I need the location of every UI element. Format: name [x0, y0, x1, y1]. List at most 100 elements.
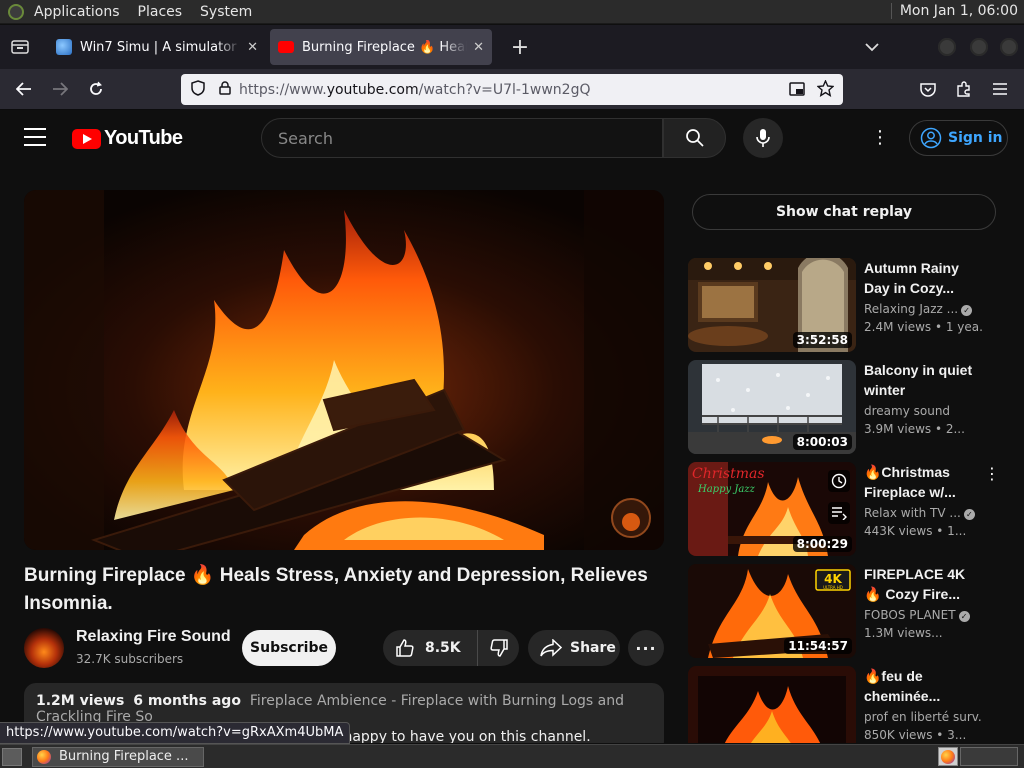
guide-menu-icon[interactable] — [24, 128, 46, 146]
like-dislike-group: 8.5K — [383, 630, 519, 666]
url-bar[interactable]: https://www.youtube.com/watch?v=U7l-1wwn… — [181, 74, 843, 105]
bottom-taskbar: Burning Fireplace ... — [0, 744, 1024, 768]
add-to-queue-icon[interactable] — [828, 502, 850, 524]
show-desktop-icon[interactable] — [2, 747, 22, 766]
recommendation-item[interactable]: 3:52:58 Autumn Rainy Day in Cozy... Rela… — [688, 258, 1008, 352]
description-tags[interactable]: Fireplace Ambience - Fireplace with Burn… — [36, 693, 624, 725]
recommendation-channel[interactable]: Relaxing Jazz ... ✓ — [864, 302, 982, 316]
recommendation-item[interactable]: 4K ULTRA HD 11:54:57 FIREPLACE 4K 🔥 Cozy… — [688, 564, 1008, 658]
svg-text:Happy Jazz: Happy Jazz — [697, 484, 756, 495]
video-duration: 8:00:03 — [792, 434, 852, 450]
tab-close-icon[interactable]: ✕ — [473, 40, 484, 55]
taskbar-firefox-window[interactable]: Burning Fireplace ... — [32, 746, 204, 767]
tab-title: Win7 Simu | A simulator of W — [80, 39, 241, 55]
view-count: 1.2M views — [36, 693, 125, 709]
link-status-bar: https://www.youtube.com/watch?v=gRxAXm4U… — [0, 722, 351, 744]
svg-text:4K: 4K — [824, 572, 842, 586]
recommendation-item[interactable]: 8:00:03 Balcony in quiet winter mountain… — [688, 360, 1008, 454]
youtube-wordmark: YouTube — [104, 127, 183, 149]
channel-avatar[interactable] — [24, 628, 64, 668]
extensions-puzzle-icon[interactable] — [950, 75, 978, 103]
show-chat-replay-button[interactable]: Show chat replay — [692, 194, 996, 230]
applications-menu[interactable]: Applications — [34, 4, 120, 20]
gnome-logo-icon[interactable] — [8, 3, 24, 20]
thumbs-up-icon — [396, 639, 414, 657]
recommendation-channel[interactable]: Relax with TV ... ✓ — [864, 506, 982, 520]
video-duration: 8:00:29 — [792, 536, 852, 552]
minimize-window-icon[interactable] — [938, 38, 956, 56]
places-menu[interactable]: Places — [138, 4, 183, 20]
svg-text:ULTRA HD: ULTRA HD — [823, 585, 843, 590]
list-all-tabs-icon[interactable] — [858, 33, 886, 61]
recommendation-title[interactable]: FIREPLACE 4K 🔥 Cozy Fire... — [864, 564, 982, 604]
recommendation-meta: 3.9M views • 2... — [864, 422, 965, 436]
tab-bar: Win7 Simu | A simulator of W ✕ Burning F… — [0, 25, 1024, 69]
sign-in-button[interactable]: Sign in — [909, 120, 1008, 156]
recommendation-item[interactable]: Christmas Happy Jazz 8:00:29 🔥Christmas … — [688, 462, 1008, 556]
youtube-favicon-icon — [278, 41, 294, 53]
taskbar-window-title: Burning Fireplace ... — [59, 749, 189, 764]
share-icon — [540, 639, 562, 657]
recommendation-meta: 1.3M views... — [864, 626, 943, 640]
sign-in-label: Sign in — [948, 130, 1003, 146]
video-duration: 11:54:57 — [784, 638, 852, 654]
dislike-button[interactable] — [478, 638, 519, 658]
microphone-icon — [756, 129, 770, 147]
recommendation-channel[interactable]: FOBOS PLANET ✓ — [864, 608, 982, 622]
tracking-shield-icon[interactable] — [191, 79, 205, 100]
reload-icon[interactable] — [82, 75, 110, 103]
video-thumbnail[interactable]: Christmas Happy Jazz 8:00:29 — [688, 462, 856, 556]
close-window-icon[interactable] — [1000, 38, 1018, 56]
recommendation-menu-icon[interactable]: ⋮ — [984, 464, 1000, 483]
recommendation-title[interactable]: 🔥feu de cheminée... — [864, 666, 982, 706]
tab-close-icon[interactable]: ✕ — [247, 40, 258, 55]
back-icon[interactable] — [10, 75, 38, 103]
app-menu-icon[interactable] — [986, 75, 1014, 103]
recommendation-channel[interactable]: prof en liberté surv... — [864, 710, 982, 724]
recommendation-channel[interactable]: dreamy sound — [864, 404, 982, 418]
video-thumbnail[interactable]: 4K ULTRA HD 11:54:57 — [688, 564, 856, 658]
pocket-icon[interactable] — [914, 75, 942, 103]
video-thumbnail[interactable]: 8:00:03 — [688, 360, 856, 454]
video-thumbnail[interactable]: 3:52:58 — [688, 258, 856, 352]
youtube-logo[interactable]: YouTube — [72, 127, 183, 150]
video-thumbnail[interactable] — [688, 666, 856, 743]
workspace-2[interactable] — [960, 747, 1018, 766]
svg-text:Christmas: Christmas — [692, 466, 765, 482]
subscribe-button[interactable]: Subscribe — [242, 630, 336, 666]
recommendation-title[interactable]: 🔥Christmas Fireplace w/... — [864, 462, 982, 502]
video-player[interactable] — [24, 190, 664, 550]
subscriber-count: 32.7K subscribers — [76, 652, 184, 666]
maximize-window-icon[interactable] — [970, 38, 988, 56]
recommendation-meta: 2.4M views • 1 yea... — [864, 320, 982, 334]
bookmark-star-icon[interactable] — [816, 79, 835, 101]
top-panel: Applications Places System Mon Jan 1, 06… — [0, 0, 1024, 24]
like-button[interactable]: 8.5K — [383, 630, 478, 666]
more-actions-button[interactable]: ··· — [628, 630, 664, 666]
lock-icon[interactable] — [219, 80, 231, 99]
tab-win7-simu[interactable]: Win7 Simu | A simulator of W ✕ — [48, 29, 266, 65]
tab-burning-fireplace[interactable]: Burning Fireplace 🔥 Heals S ✕ — [270, 29, 492, 65]
watch-later-icon[interactable] — [828, 470, 850, 492]
picture-in-picture-icon[interactable] — [789, 81, 805, 101]
verified-badge-icon: ✓ — [963, 509, 975, 520]
upload-age: 6 months ago — [133, 693, 241, 709]
recommendation-item[interactable]: 🔥feu de cheminée... prof en liberté surv… — [688, 666, 1008, 743]
panel-clock[interactable]: Mon Jan 1, 06:00 — [890, 3, 1018, 19]
recommendation-title[interactable]: Autumn Rainy Day in Cozy... — [864, 258, 982, 298]
channel-name[interactable]: Relaxing Fire Sound — [76, 628, 231, 646]
search-button[interactable] — [663, 118, 726, 158]
voice-search-button[interactable] — [743, 118, 783, 158]
search-input[interactable]: Search — [261, 118, 663, 158]
system-menu[interactable]: System — [200, 4, 252, 20]
new-tab-icon[interactable]: + — [506, 33, 534, 61]
forward-icon[interactable] — [46, 75, 74, 103]
youtube-header: YouTube Search ⋮ Sign in — [0, 110, 1024, 166]
share-button[interactable]: Share — [528, 630, 620, 666]
settings-more-icon[interactable]: ⋮ — [870, 128, 890, 148]
tab-list-icon[interactable] — [6, 33, 34, 61]
recommendation-title[interactable]: Balcony in quiet winter mountain... — [864, 360, 982, 400]
tab-title: Burning Fireplace 🔥 Heals S — [302, 39, 467, 55]
verified-badge-icon: ✓ — [958, 611, 970, 622]
workspace-1[interactable] — [938, 747, 958, 766]
